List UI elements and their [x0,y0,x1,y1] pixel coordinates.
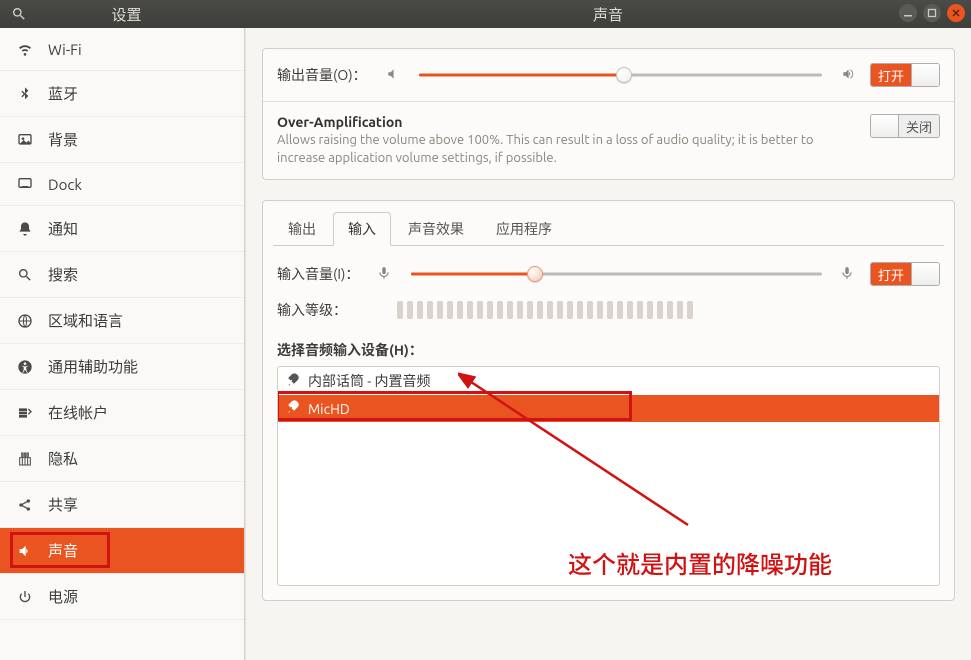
toggle-label: 打开 [871,263,911,285]
annotation-text: 这个就是内置的降噪功能 [568,545,940,580]
close-button[interactable] [947,4,965,22]
tab-output[interactable]: 输出 [273,212,331,246]
over-amplification-row: Over-Amplification Allows raising the vo… [263,102,954,179]
mic-icon [286,399,302,418]
sidebar-item-dock[interactable]: Dock [0,163,244,206]
input-volume-toggle[interactable]: 打开 [870,262,940,286]
overamp-title: Over-Amplification [277,114,852,130]
input-device-list[interactable]: 内部话筒 - 内置音频 MicHD [277,366,940,586]
output-volume-slider[interactable] [419,66,822,84]
bell-icon [16,220,34,238]
sidebar-item-a11y[interactable]: 通用辅助功能 [0,344,244,390]
sidebar-item-label: 通用辅助功能 [48,356,138,377]
tabs-row: 输出 输入 声音效果 应用程序 [263,201,954,245]
mic-high-icon [840,266,856,283]
power-icon [16,588,34,606]
sidebar-item-label: 在线帐户 [48,402,108,423]
speaker-high-icon [840,67,856,84]
search-icon [16,266,34,284]
sidebar-item-notifications[interactable]: 通知 [0,206,244,252]
content: 输出音量(O)： 打开 Over-Amplification Allows ra… [245,28,971,660]
window-controls [899,4,965,22]
output-panel: 输出音量(O)： 打开 Over-Amplification Allows ra… [262,48,955,180]
sidebar-item-label: Wi-Fi [48,41,82,58]
a11y-icon [16,358,34,376]
sidebar-item-label: 通知 [48,218,78,239]
mic-low-icon [377,266,393,283]
input-volume-label: 输入音量(I)： [277,264,359,284]
titlebar-left: 设置 [0,0,245,28]
bluetooth-icon [16,85,34,103]
sidebar-item-label: 蓝牙 [48,83,78,104]
device-item-label: MicHD [308,401,350,417]
output-volume-row: 输出音量(O)： 打开 [263,49,954,102]
input-level-row: 输入等级： [277,300,940,320]
output-volume-label: 输出音量(O)： [277,65,367,85]
sidebar[interactable]: Wi-Fi 蓝牙 背景 Dock 通知 搜索 区域和语言 通用辅助功能 [0,28,245,660]
io-tabs-panel: 输出 输入 声音效果 应用程序 输入音量(I)： 打开 [262,200,955,601]
input-volume-row: 输入音量(I)： 打开 [277,262,940,286]
sidebar-item-label: 共享 [48,494,78,515]
sidebar-item-label: 声音 [48,540,78,561]
toggle-label: 关闭 [899,115,939,137]
titlebar-right: 声音 [245,0,971,28]
overamp-desc: Allows raising the volume above 100%. Th… [277,132,852,167]
search-button[interactable] [0,0,38,28]
toggle-knob [911,263,939,285]
toggle-label: 打开 [871,64,911,86]
globe-icon [16,312,34,330]
mic-icon [286,372,302,391]
sidebar-item-share[interactable]: 共享 [0,482,244,528]
device-section-label: 选择音频输入设备(H)： [277,340,940,360]
accounts-icon [16,404,34,422]
background-icon [16,131,34,149]
titlebar: 设置 声音 [0,0,971,28]
dock-icon [16,175,34,193]
sidebar-item-power[interactable]: 电源 [0,574,244,620]
sidebar-item-bluetooth[interactable]: 蓝牙 [0,71,244,117]
tab-apps[interactable]: 应用程序 [481,212,567,246]
device-item-internal-mic[interactable]: 内部话筒 - 内置音频 [278,367,939,395]
tab-effects[interactable]: 声音效果 [393,212,479,246]
speaker-low-icon [385,67,401,84]
tab-body-input: 输入音量(I)： 打开 输入等级： [263,246,954,600]
sidebar-item-label: 区域和语言 [48,310,123,331]
device-item-label: 内部话筒 - 内置音频 [308,371,430,391]
sidebar-item-label: 背景 [48,129,78,150]
sidebar-item-privacy[interactable]: 隐私 [0,436,244,482]
sound-icon [16,542,34,560]
sidebar-item-accounts[interactable]: 在线帐户 [0,390,244,436]
overamp-toggle[interactable]: 关闭 [870,114,940,138]
sidebar-item-search[interactable]: 搜索 [0,252,244,298]
sidebar-item-label: Dock [48,176,82,193]
input-level-meter [397,301,693,319]
input-volume-slider[interactable] [411,265,822,283]
page-title: 声音 [593,4,623,25]
sidebar-item-sound[interactable]: 声音 [0,528,244,574]
main: Wi-Fi 蓝牙 背景 Dock 通知 搜索 区域和语言 通用辅助功能 [0,28,971,660]
minimize-button[interactable] [899,4,917,22]
share-icon [16,496,34,514]
toggle-knob [871,115,899,137]
sidebar-item-label: 电源 [48,586,78,607]
output-volume-toggle[interactable]: 打开 [870,63,940,87]
maximize-button[interactable] [923,4,941,22]
input-level-label: 输入等级： [277,300,347,320]
sidebar-item-wifi[interactable]: Wi-Fi [0,28,244,71]
sidebar-item-region[interactable]: 区域和语言 [0,298,244,344]
settings-title: 设置 [48,4,245,25]
search-icon [11,6,27,22]
device-item-michd[interactable]: MicHD [278,395,939,422]
sidebar-item-label: 隐私 [48,448,78,469]
privacy-icon [16,450,34,468]
toggle-knob [911,64,939,86]
sidebar-item-background[interactable]: 背景 [0,117,244,163]
wifi-icon [16,40,34,58]
tab-input[interactable]: 输入 [333,212,391,246]
sidebar-item-label: 搜索 [48,264,78,285]
